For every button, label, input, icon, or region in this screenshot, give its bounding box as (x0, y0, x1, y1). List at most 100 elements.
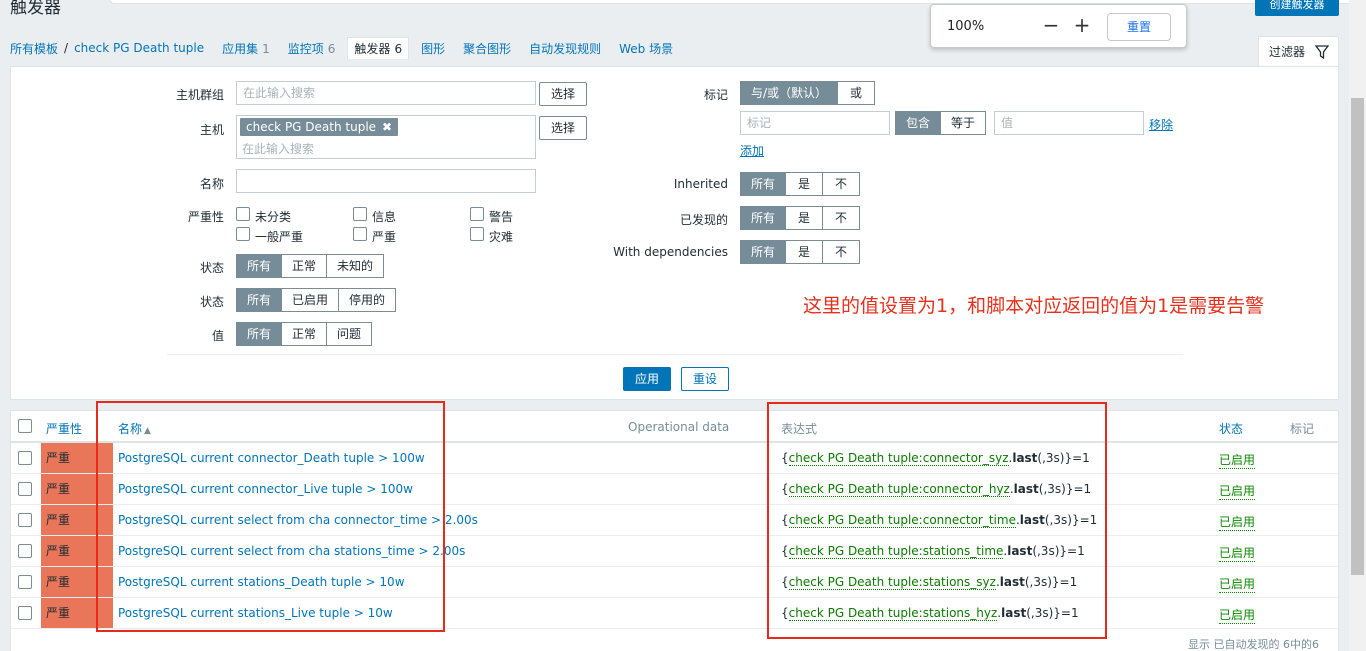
severity-option: 警告 (489, 210, 514, 224)
trigger-expression: {check PG Death tuple:stations_time.last… (781, 544, 1085, 559)
state-segmented: 所有 正常 未知的 (236, 254, 385, 278)
tag-name-input[interactable]: 标记 (740, 111, 890, 135)
value-label: 值 (211, 329, 224, 343)
tab-web-scenarios[interactable]: Web 场景 (619, 40, 673, 57)
table-footer-count: 显示 已自动发现的 6中的6 (1188, 638, 1319, 651)
dependencies-option-yes[interactable]: 是 (786, 240, 824, 264)
filter-panel: 主机群组 在此输入搜索 选择 主机 check PG Death tuple ✖ … (10, 66, 1339, 400)
severity-checkbox-high[interactable] (353, 227, 367, 241)
row-checkbox[interactable] (18, 544, 32, 558)
row-checkbox[interactable] (18, 482, 32, 496)
value-option-problem[interactable]: 问题 (327, 322, 373, 346)
inherited-option-no[interactable]: 不 (823, 172, 861, 196)
expression-host-key-link[interactable]: check PG Death tuple:connector_hyz (788, 482, 1010, 497)
tag-remove-link[interactable]: 移除 (1149, 116, 1173, 133)
dependencies-option-no[interactable]: 不 (823, 240, 861, 264)
tab-applications[interactable]: 应用集 1 (222, 40, 270, 57)
severity-cell: 严重 (41, 536, 113, 566)
row-checkbox[interactable] (18, 575, 32, 589)
discovered-option-no[interactable]: 不 (823, 206, 861, 230)
zoom-reset-button[interactable]: 重置 (1107, 13, 1171, 41)
tab-discovery-rules[interactable]: 自动发现规则 (529, 40, 601, 57)
inherited-option-yes[interactable]: 是 (786, 172, 824, 196)
expression-host-key-link[interactable]: check PG Death tuple:stations_syz (788, 575, 996, 590)
chip-remove-icon[interactable]: ✖ (382, 120, 392, 134)
severity-checkbox-info[interactable] (353, 207, 367, 221)
page-title: 触发器 (10, 0, 61, 18)
severity-checkbox-average[interactable] (236, 227, 250, 241)
discovered-option-all[interactable]: 所有 (740, 206, 787, 230)
status-toggle[interactable]: 已启用 (1219, 513, 1256, 531)
status-toggle[interactable]: 已启用 (1219, 606, 1256, 624)
name-input[interactable] (236, 169, 536, 193)
tag-op-equals[interactable]: 等于 (941, 111, 987, 135)
header-status[interactable]: 状态 (1219, 420, 1243, 437)
header-expression: 表达式 (781, 422, 818, 436)
table-row: 严重 PostgreSQL current connector_Death tu… (11, 443, 1338, 474)
expression-host-key-link[interactable]: check PG Death tuple:connector_time (788, 513, 1016, 528)
all-templates-link[interactable]: 所有模板 (10, 40, 58, 57)
trigger-name-link[interactable]: PostgreSQL current stations_Live tuple >… (118, 606, 393, 620)
zoom-out-button[interactable]: − (1041, 13, 1061, 37)
status-toggle[interactable]: 已启用 (1219, 482, 1256, 500)
discovered-option-yes[interactable]: 是 (786, 206, 824, 230)
tags-mode-and-or[interactable]: 与/或（默认） (740, 81, 839, 105)
trigger-name-link[interactable]: PostgreSQL current select from cha stati… (118, 544, 465, 558)
state-label: 状态 (199, 261, 224, 275)
dependencies-option-all[interactable]: 所有 (740, 240, 787, 264)
status-option-disabled[interactable]: 停用的 (339, 288, 397, 312)
state-option-unknown[interactable]: 未知的 (327, 254, 385, 278)
row-checkbox[interactable] (18, 513, 32, 527)
value-option-all[interactable]: 所有 (236, 322, 283, 346)
zoom-in-button[interactable]: + (1072, 13, 1092, 37)
header-name[interactable]: 名称 ▲ (118, 420, 151, 437)
tag-add-link[interactable]: 添加 (740, 142, 764, 159)
severity-checkbox-warning[interactable] (470, 207, 484, 221)
severity-cell: 严重 (41, 598, 113, 628)
expression-host-key-link[interactable]: check PG Death tuple:stations_time (788, 544, 1004, 559)
row-checkbox[interactable] (18, 451, 32, 465)
template-link[interactable]: check PG Death tuple (74, 41, 204, 55)
severity-checkbox-not-classified[interactable] (236, 207, 250, 221)
status-toggle[interactable]: 已启用 (1219, 544, 1256, 562)
tab-items[interactable]: 监控项 6 (288, 40, 336, 57)
trigger-expression: {check PG Death tuple:stations_hyz.last(… (781, 606, 1079, 621)
discovered-label: 已发现的 (679, 213, 728, 227)
state-option-all[interactable]: 所有 (236, 254, 283, 278)
state-option-normal[interactable]: 正常 (282, 254, 328, 278)
trigger-name-link[interactable]: PostgreSQL current connector_Live tuple … (118, 482, 413, 496)
create-trigger-button[interactable]: 创建触发器 (1255, 0, 1339, 16)
status-option-enabled[interactable]: 已启用 (282, 288, 340, 312)
status-toggle[interactable]: 已启用 (1219, 451, 1256, 469)
expression-host-key-link[interactable]: check PG Death tuple:stations_hyz (788, 606, 998, 621)
expression-host-key-link[interactable]: check PG Death tuple:connector_syz (788, 451, 1009, 466)
tab-triggers[interactable]: 触发器 6 (347, 37, 410, 59)
status-option-all[interactable]: 所有 (236, 288, 283, 312)
severity-checkbox-disaster[interactable] (470, 227, 484, 241)
trigger-name-link[interactable]: PostgreSQL current connector_Death tuple… (118, 451, 425, 465)
row-checkbox[interactable] (18, 606, 32, 620)
inherited-option-all[interactable]: 所有 (740, 172, 787, 196)
header-severity[interactable]: 严重性 (46, 420, 82, 437)
tab-screens[interactable]: 聚合图形 (463, 40, 511, 57)
status-toggle[interactable]: 已启用 (1219, 575, 1256, 593)
value-option-ok[interactable]: 正常 (282, 322, 328, 346)
severity-cell: 严重 (41, 505, 113, 535)
host-group-select-button[interactable]: 选择 (539, 82, 587, 106)
trigger-expression: {check PG Death tuple:connector_time.las… (781, 513, 1098, 528)
reset-button[interactable]: 重设 (681, 367, 729, 391)
tag-value-input[interactable]: 值 (994, 111, 1144, 135)
filter-toggle[interactable]: 过滤器 (1258, 36, 1339, 66)
trigger-name-link[interactable]: PostgreSQL current select from cha conne… (118, 513, 478, 527)
table-row: 严重 PostgreSQL current select from cha st… (11, 536, 1338, 567)
tag-op-contains[interactable]: 包含 (895, 111, 942, 135)
apply-button[interactable]: 应用 (623, 367, 671, 391)
host-group-input[interactable]: 在此输入搜索 (236, 81, 536, 105)
trigger-name-link[interactable]: PostgreSQL current stations_Death tuple … (118, 575, 405, 589)
tab-graphs[interactable]: 图形 (421, 40, 445, 57)
inherited-label: Inherited (673, 177, 728, 191)
select-all-checkbox[interactable] (18, 419, 32, 433)
host-select-button[interactable]: 选择 (539, 116, 587, 140)
scrollbar-thumb[interactable] (1351, 98, 1364, 575)
tags-mode-or[interactable]: 或 (838, 81, 876, 105)
